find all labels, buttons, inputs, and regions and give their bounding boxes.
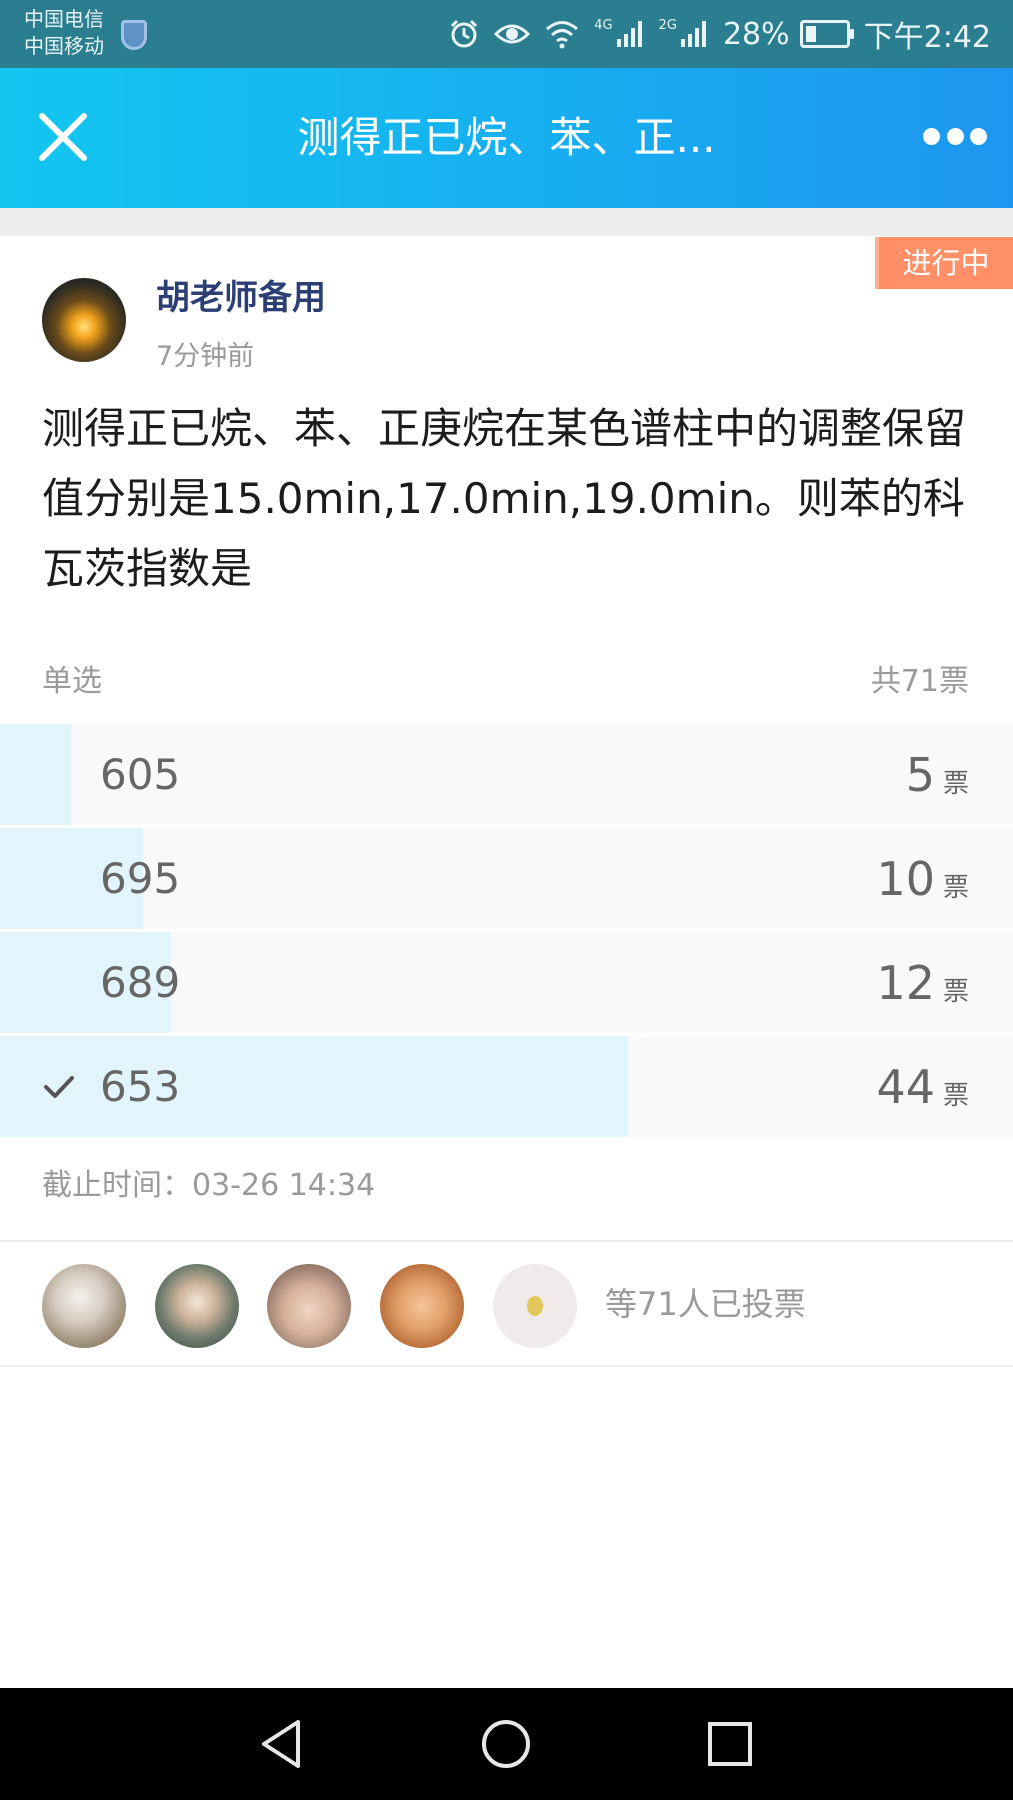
battery-percent: 28% [722,16,790,52]
voter-avatar[interactable] [267,1264,351,1348]
signal-icon [616,21,642,47]
option-vote-count: 10 票 [876,828,969,929]
poll-question: 测得正已烷、苯、正庚烷在某色谱柱中的调整保留值分别是15.0min,17.0mi… [42,404,967,593]
option-result-bar [0,1036,628,1137]
battery-fill [805,26,817,42]
voter-avatar[interactable] [42,1264,126,1348]
option-votes-unit: 票 [942,873,969,903]
author-name[interactable]: 胡老师备用 [156,270,326,319]
clock: 下午2:42 [863,20,991,55]
voter-avatar[interactable] [155,1264,239,1348]
recents-square-icon[interactable] [702,1716,758,1772]
option-result-bar [0,724,72,825]
option-label: 695 [100,854,181,903]
poll-options: 605 5 票 695 10 票 689 12 票 653 44 票 [0,724,1013,1140]
option-votes-number: 10 [876,851,935,906]
poll-option[interactable]: 695 10 票 [0,828,1013,929]
battery-group: 28% [722,16,854,52]
option-vote-count: 12 票 [876,932,969,1033]
check-icon [44,1076,74,1098]
divider [0,1365,1013,1367]
network-type-1: 4G [594,18,613,33]
eye-icon [494,24,531,44]
poll-option[interactable]: 653 44 票 [0,1036,1013,1137]
more-button[interactable] [923,124,987,148]
poll-option[interactable]: 605 5 票 [0,724,1013,825]
option-votes-number: 44 [876,1059,935,1114]
carrier-2: 中国移动 [24,34,104,58]
option-votes-unit: 票 [942,769,969,799]
voter-avatar[interactable] [493,1264,577,1348]
alarm-icon [451,19,478,48]
more-icon [923,127,940,145]
voters-count-text[interactable]: 等71人已投票 [605,1242,806,1366]
system-navigation-bar [0,1688,1013,1800]
post-time: 7分钟前 [156,341,255,372]
option-votes-number: 12 [876,955,935,1010]
signal-icon [680,21,706,47]
option-votes-unit: 票 [942,977,969,1007]
option-vote-count: 44 票 [876,1036,969,1137]
close-icon [39,113,87,161]
title-bar: 测得正已烷、苯、正... [0,68,1013,208]
option-votes-unit: 票 [942,1081,969,1111]
close-button[interactable] [34,108,92,166]
section-separator [0,208,1013,236]
voters-row[interactable]: 等71人已投票 [0,1242,1013,1366]
option-label: 689 [100,958,181,1007]
option-votes-number: 5 [905,747,935,802]
more-icon [970,127,987,145]
back-triangle-icon[interactable] [254,1716,310,1772]
carrier-info: 中国电信 中国移动 [24,6,104,60]
poll-deadline: 截止时间：03-26 14:34 [42,1168,376,1203]
poll-option[interactable]: 689 12 票 [0,932,1013,1033]
option-label: 605 [100,750,181,799]
carrier-1: 中国电信 [24,7,104,31]
battery-icon [799,20,854,48]
home-circle-icon[interactable] [478,1716,534,1772]
poll-type: 单选 [42,664,102,699]
shield-icon [121,20,147,50]
author-avatar[interactable] [42,278,126,362]
status-badge: 进行中 [875,237,1013,289]
signal-group-2: 2G [659,19,709,49]
poll-total-votes: 共71票 [870,664,969,699]
status-icons: 4G 2G 28% 下午2:42 [448,14,991,55]
option-label: 653 [100,1062,181,1111]
more-icon [946,127,964,145]
network-type-2: 2G [658,18,677,33]
signal-group-1: 4G [594,19,644,49]
voter-avatar[interactable] [380,1264,464,1348]
status-bar: 中国电信 中国移动 4G 2G 28% 下午2:42 [0,0,1013,68]
wifi-icon [546,21,579,49]
option-vote-count: 5 票 [906,724,969,825]
page-title: 测得正已烷、苯、正... [297,113,716,162]
